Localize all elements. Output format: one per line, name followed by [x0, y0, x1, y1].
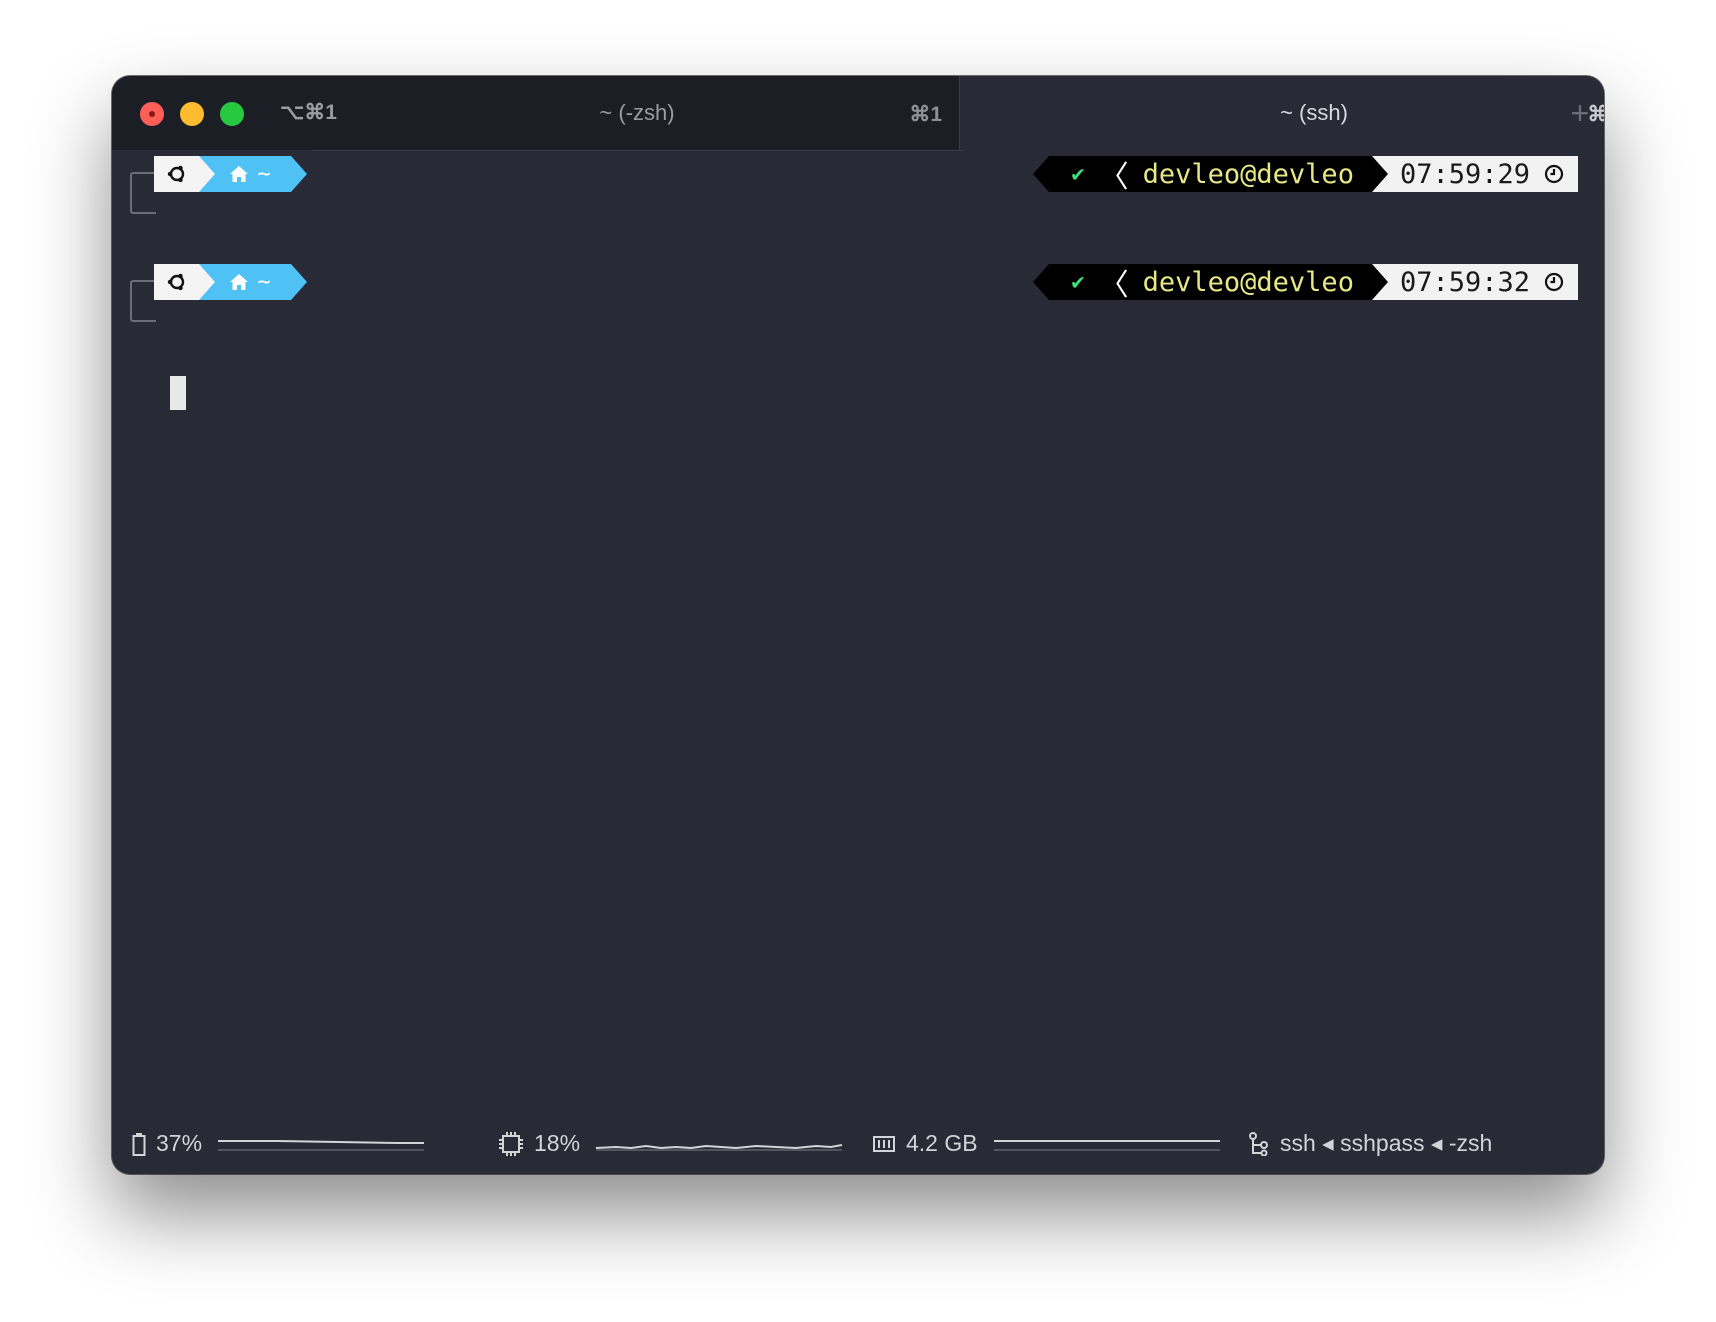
user-host: devleo@devleo [1142, 158, 1354, 190]
zoom-button[interactable] [220, 102, 244, 126]
home-icon [230, 166, 249, 182]
tab-title: ~ (-zsh) [599, 100, 675, 125]
right-prompt: ✔ 〈 devleo@devleo 07:59:32 [1033, 264, 1578, 303]
os-segment [154, 264, 215, 300]
user-host: devleo@devleo [1142, 266, 1354, 298]
separator-icon: 〈 [1098, 268, 1129, 303]
jobs-status: ssh ◂ sshpass ◂ -zsh [1248, 1130, 1492, 1157]
cpu-value: 18% [534, 1130, 581, 1156]
memory-status: 4.2 GB [872, 1130, 1220, 1157]
check-icon: ✔ [1071, 161, 1085, 187]
tab-shortcut: ⌘1 [909, 103, 942, 126]
text-cursor [170, 376, 186, 410]
memory-value: 4.2 GB [906, 1130, 978, 1156]
minimize-button[interactable] [180, 102, 204, 126]
prompt-line: ~ ✔ 〈 devleo@devleo 07:59:29 [112, 150, 1604, 214]
clock-icon [1544, 164, 1564, 184]
user-segment: ✔ 〈 devleo@devleo [1033, 264, 1372, 303]
directory-text: ~ [257, 269, 271, 295]
separator-icon: 〈 [1098, 160, 1129, 195]
prompt-time: 07:59:29 [1399, 158, 1530, 190]
tab-ssh[interactable]: ~ (ssh) ⌘2 [959, 76, 1604, 150]
time-segment: 07:59:32 [1371, 264, 1578, 300]
prompt-bracket [130, 280, 156, 322]
os-segment [154, 156, 215, 192]
prompt-time: 07:59:32 [1399, 266, 1530, 298]
ubuntu-icon [167, 273, 184, 291]
new-tab-button[interactable]: + [1556, 76, 1604, 150]
time-segment: 07:59:29 [1371, 156, 1578, 192]
battery-icon [132, 1132, 146, 1156]
cpu-icon [499, 1131, 523, 1156]
process-tree-icon [1249, 1131, 1268, 1156]
clock-icon [1544, 272, 1564, 292]
memory-graph [993, 1139, 1220, 1150]
terminal-output[interactable]: ~ ✔ 〈 devleo@devleo 07:59:29 ~ ✔ 〈 devle… [112, 150, 1604, 1110]
terminal-window: ⌥⌘1 ~ (-zsh) ⌘1 ~ (ssh) ⌘2 + [112, 76, 1604, 1174]
right-prompt: ✔ 〈 devleo@devleo 07:59:29 [1033, 156, 1578, 195]
battery-graph [218, 1139, 425, 1150]
title-bar: ⌥⌘1 ~ (-zsh) ⌘1 ~ (ssh) ⌘2 + [112, 76, 1604, 151]
close-button[interactable] [140, 102, 164, 126]
user-segment: ✔ 〈 devleo@devleo [1033, 156, 1372, 195]
battery-status: 37% [132, 1130, 425, 1157]
tab-zsh[interactable]: ~ (-zsh) ⌘1 [312, 76, 962, 151]
directory-text: ~ [257, 161, 271, 187]
memory-icon [873, 1135, 895, 1152]
ubuntu-icon [167, 165, 184, 183]
tab-title: ~ (ssh) [1280, 100, 1348, 125]
battery-value: 37% [156, 1130, 203, 1156]
prompt-line: ~ ✔ 〈 devleo@devleo 07:59:32 [112, 258, 1604, 322]
home-icon [230, 274, 249, 290]
cpu-graph [596, 1143, 843, 1150]
check-icon: ✔ [1071, 269, 1085, 295]
jobs-value: ssh ◂ sshpass ◂ -zsh [1280, 1130, 1493, 1156]
status-bar: 37% 18% 4.2 GB ssh ◂ sshpass ◂ -zsh [112, 1118, 1604, 1174]
cpu-status: 18% [498, 1130, 843, 1157]
prompt-bracket [130, 172, 156, 214]
